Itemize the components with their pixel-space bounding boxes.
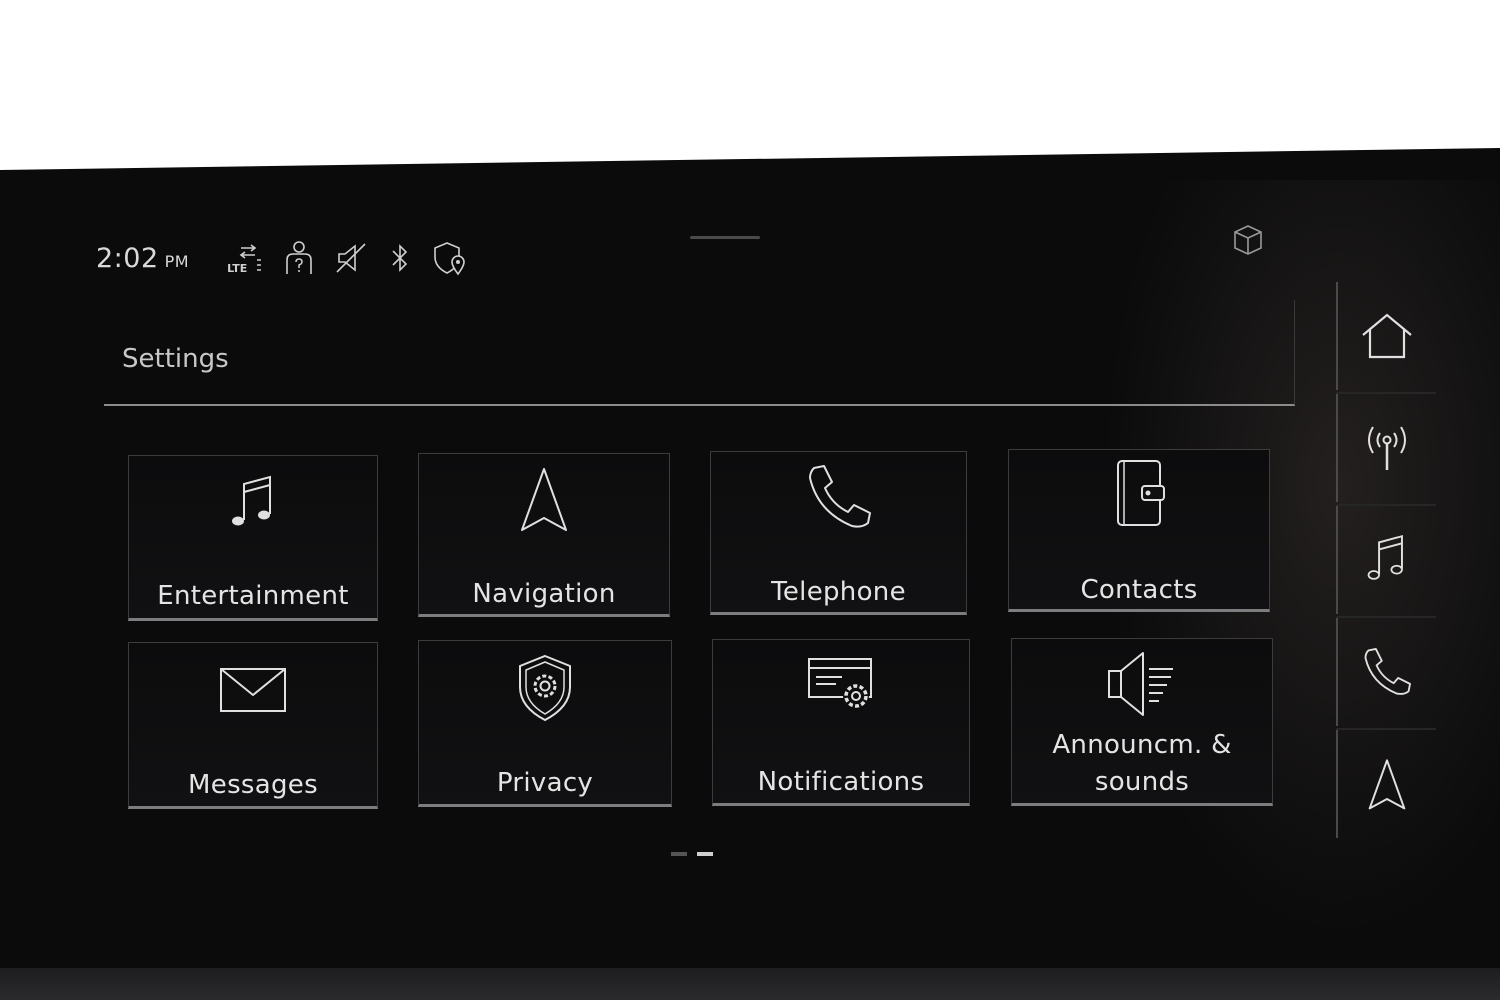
tile-label: Privacy xyxy=(496,768,594,798)
notification-pull-handle[interactable] xyxy=(690,236,760,239)
contacts-book-icon xyxy=(1117,460,1165,526)
bluetooth-icon xyxy=(392,244,408,272)
phone-icon xyxy=(808,465,871,528)
lte-data-icon: LTE xyxy=(227,240,263,276)
tile-label: Messages xyxy=(188,770,318,800)
status-icons: LTE xyxy=(227,240,469,276)
tile-label: Contacts xyxy=(1080,575,1198,605)
clock-time: 2:02 xyxy=(96,242,159,274)
location-privacy-icon xyxy=(434,242,465,276)
mute-icon xyxy=(336,243,366,273)
speaker-icon xyxy=(1108,652,1173,716)
tile-entertainment[interactable]: Entertainment xyxy=(128,455,378,621)
page-title: Settings xyxy=(122,344,229,374)
rail-navigation-button[interactable] xyxy=(1336,730,1436,838)
navigation-arrow-icon xyxy=(1368,759,1406,810)
tile-messages[interactable]: Messages xyxy=(128,642,378,809)
rail-home-button[interactable] xyxy=(1336,282,1436,390)
tile-label: Navigation xyxy=(472,579,616,609)
tile-navigation[interactable]: Navigation xyxy=(418,453,670,617)
tile-label: Telephone xyxy=(771,577,906,607)
tile-label-line1: Announcm. & xyxy=(1052,730,1232,760)
page-indicator xyxy=(671,852,713,856)
passenger-help-icon xyxy=(286,241,312,274)
tile-announcements-sounds[interactable]: Announcm. & sounds xyxy=(1011,638,1273,806)
rail-media-button[interactable] xyxy=(1336,506,1436,614)
rail-radio-button[interactable] xyxy=(1336,394,1436,502)
tile-label-line2: sounds xyxy=(1094,767,1190,797)
display-bottom-rim xyxy=(0,968,1500,1000)
phone-icon xyxy=(1364,648,1411,695)
navigation-arrow-icon xyxy=(521,468,567,531)
page-dot-2-active[interactable] xyxy=(697,852,713,856)
home-icon xyxy=(1362,313,1412,359)
notifications-gear-icon xyxy=(808,658,872,709)
clock: 2:02 PM xyxy=(96,243,189,274)
3d-cube-icon[interactable] xyxy=(1230,222,1266,258)
page-dot-1[interactable] xyxy=(671,852,687,856)
shield-gear-icon xyxy=(519,654,571,722)
tile-notifications[interactable]: Notifications xyxy=(712,639,970,806)
status-bar: 2:02 PM LTE xyxy=(96,236,469,280)
lte-label: LTE xyxy=(227,262,248,275)
envelope-icon xyxy=(220,668,286,712)
music-note-icon xyxy=(232,475,271,526)
music-note-icon xyxy=(1367,534,1403,580)
tile-label: Entertainment xyxy=(157,581,349,611)
tile-contacts[interactable]: Contacts xyxy=(1008,449,1270,612)
settings-header xyxy=(104,300,1295,406)
tile-label: Notifications xyxy=(757,767,925,797)
right-shortcut-rail xyxy=(1336,282,1436,842)
tile-telephone[interactable]: Telephone xyxy=(710,451,967,615)
tile-privacy[interactable]: Privacy xyxy=(418,640,672,807)
clock-ampm: PM xyxy=(164,251,190,271)
rail-phone-button[interactable] xyxy=(1336,618,1436,726)
radio-antenna-icon xyxy=(1368,426,1406,470)
